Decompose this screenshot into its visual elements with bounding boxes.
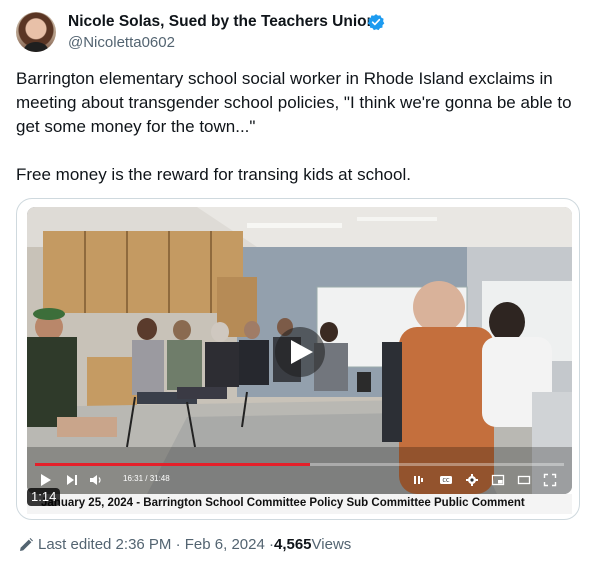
play-control-icon[interactable]: [39, 473, 53, 487]
pencil-icon: [20, 537, 33, 551]
video-controls: 16:31 / 31:48 CC: [27, 469, 572, 491]
svg-text:CC: CC: [443, 478, 450, 484]
video-duration-badge: 1:14: [27, 488, 61, 506]
edited-timestamp: Last edited 2:36 PM · Feb 6, 2024 ·: [38, 536, 274, 553]
video-card[interactable]: 16:31 / 31:48 CC January 25, 2024 - Barr…: [16, 198, 580, 520]
video-progress-fill: [35, 463, 311, 466]
views-count: 4,565: [273, 536, 312, 553]
tweet-text: Barrington elementary school social work…: [16, 69, 572, 184]
author-handle[interactable]: @Nicoletta0602: [68, 34, 175, 51]
video-player[interactable]: 16:31 / 31:48 CC: [27, 207, 572, 494]
settings-gear-icon[interactable]: [465, 473, 479, 487]
video-caption-strip: January 25, 2024 - Barrington School Com…: [27, 494, 572, 514]
video-caption: January 25, 2024 - Barrington School Com…: [41, 497, 525, 509]
captions-icon[interactable]: CC: [439, 473, 453, 487]
author-display-name[interactable]: Nicole Solas, Sued by the Teachers Union: [68, 13, 376, 31]
miniplayer-icon[interactable]: [491, 473, 505, 487]
play-icon: [291, 340, 313, 364]
edited-info[interactable]: Last edited 2:36 PM · Feb 6, 2024 · 4,56…: [18, 536, 351, 553]
pause-toggle-icon[interactable]: [411, 473, 425, 487]
views-label: Views: [311, 536, 352, 553]
play-button[interactable]: [275, 327, 325, 377]
video-timecode: 16:31 / 31:48: [123, 474, 170, 483]
tweet: Nicole Solas, Sued by the Teachers Union…: [0, 0, 611, 574]
next-icon[interactable]: [65, 473, 79, 487]
author-avatar[interactable]: [16, 12, 56, 52]
fullscreen-icon[interactable]: [543, 473, 557, 487]
video-progress-bar[interactable]: [35, 463, 564, 466]
verified-badge-icon[interactable]: [367, 13, 385, 31]
theater-mode-icon[interactable]: [517, 473, 531, 487]
volume-icon[interactable]: [89, 473, 103, 487]
